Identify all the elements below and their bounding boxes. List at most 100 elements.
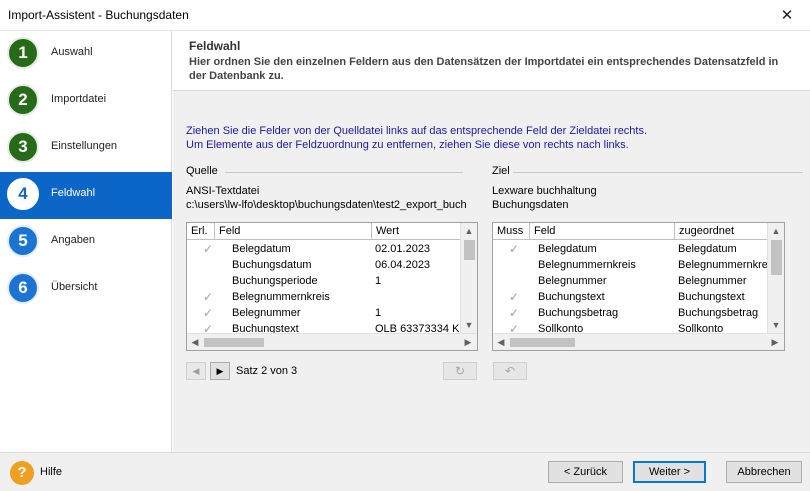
title-bar: Import-Assistent - Buchungsdaten ✕: [0, 0, 810, 31]
page-subtitle: Hier ordnen Sie den einzelnen Feldern au…: [189, 56, 779, 82]
step-number-icon: 5: [7, 225, 39, 257]
column-header-zugeordnet[interactable]: zugeordnet: [675, 223, 768, 240]
step-einstellungen[interactable]: 3 Einstellungen: [0, 125, 172, 172]
step-label: Übersicht: [51, 281, 98, 293]
window-title: Import-Assistent - Buchungsdaten: [8, 8, 189, 22]
assigned-field: Belegnummer: [678, 275, 747, 287]
source-group-divider: [225, 172, 463, 173]
source-type: ANSI-Textdatei: [186, 185, 260, 197]
back-button[interactable]: < Zurück: [548, 461, 623, 483]
source-path: c:\users\lw-lfo\desktop\buchungsdaten\te…: [186, 199, 467, 211]
field-value: 1: [375, 275, 382, 287]
step-feldwahl[interactable]: 4 Feldwahl: [0, 172, 172, 219]
step-auswahl[interactable]: 1 Auswahl: [0, 31, 172, 78]
field-name: Belegnummer: [538, 275, 607, 287]
assigned-field: Buchungsbetrag: [678, 307, 759, 319]
scroll-right-icon[interactable]: ▶: [767, 334, 783, 350]
horizontal-scrollbar[interactable]: ◀ ▶: [187, 333, 477, 350]
step-number-icon: 2: [7, 84, 39, 116]
scroll-thumb[interactable]: [771, 240, 782, 275]
check-icon: ✓: [508, 242, 520, 256]
column-header-feld[interactable]: Feld: [215, 223, 372, 240]
step-importdatei[interactable]: 2 Importdatei: [0, 78, 172, 125]
footer-bar: ? Hilfe < Zurück Weiter > Abbrechen: [0, 452, 810, 491]
column-header-feld[interactable]: Feld: [530, 223, 675, 240]
help-link[interactable]: Hilfe: [40, 466, 62, 478]
wizard-steps: 1 Auswahl 2 Importdatei 3 Einstellungen …: [0, 31, 172, 452]
assigned-field: Belegnummernkre: [678, 259, 768, 271]
table-row[interactable]: ✓ Buchungstext Buchungstext: [493, 289, 768, 305]
field-name: Belegnummernkreis: [538, 259, 636, 271]
field-value: 06.04.2023: [375, 259, 431, 271]
scroll-thumb[interactable]: [510, 338, 575, 347]
field-value: 02.01.2023: [375, 243, 431, 255]
step-label: Auswahl: [51, 46, 93, 58]
horizontal-scrollbar[interactable]: ◀ ▶: [493, 333, 784, 350]
step-label: Importdatei: [51, 93, 107, 105]
next-button[interactable]: Weiter >: [633, 461, 706, 483]
record-counter: Satz 2 von 3: [236, 365, 298, 377]
grid-header: Erl. Feld Wert: [187, 223, 461, 240]
field-name: Buchungsdatum: [232, 259, 312, 271]
grid-header: Muss Feld zugeordnet: [493, 223, 768, 240]
scroll-left-icon[interactable]: ◀: [493, 334, 509, 350]
column-header-muss[interactable]: Muss: [493, 223, 530, 240]
vertical-scrollbar[interactable]: ▲ ▼: [767, 223, 784, 333]
vertical-scrollbar[interactable]: ▲ ▼: [460, 223, 477, 333]
table-row[interactable]: Buchungsperiode 1: [187, 273, 461, 289]
field-name: Belegnummer: [232, 307, 301, 319]
check-icon: ✓: [202, 242, 214, 256]
column-header-erl[interactable]: Erl.: [187, 223, 215, 240]
target-group-label: Ziel: [492, 165, 510, 177]
scroll-down-icon[interactable]: ▼: [768, 317, 784, 333]
table-row[interactable]: Buchungsdatum 06.04.2023: [187, 257, 461, 273]
table-row[interactable]: ✓ Belegdatum 02.01.2023: [187, 241, 461, 257]
scroll-right-icon[interactable]: ▶: [460, 334, 476, 350]
target-field-grid[interactable]: Muss Feld zugeordnet ✓ Belegdatum Belegd…: [492, 222, 785, 351]
scroll-thumb[interactable]: [464, 240, 475, 260]
step-number-icon: 4: [7, 178, 39, 210]
prev-record-button[interactable]: ◀: [186, 362, 206, 380]
scroll-thumb[interactable]: [204, 338, 264, 347]
table-row[interactable]: Belegnummernkreis Belegnummernkre: [493, 257, 768, 273]
check-icon: ✓: [508, 290, 520, 304]
table-row[interactable]: ✓ Buchungsbetrag Buchungsbetrag: [493, 305, 768, 321]
scroll-up-icon[interactable]: ▲: [768, 223, 784, 239]
scroll-down-icon[interactable]: ▼: [461, 317, 477, 333]
table-row[interactable]: ✓ Belegdatum Belegdatum: [493, 241, 768, 257]
assigned-field: Belegdatum: [678, 243, 737, 255]
close-icon[interactable]: ✕: [764, 0, 810, 31]
field-name: Belegnummernkreis: [232, 291, 330, 303]
step-label: Feldwahl: [51, 187, 96, 199]
field-name: Belegdatum: [232, 243, 291, 255]
next-record-button[interactable]: ▶: [210, 362, 230, 380]
assigned-field: Buchungstext: [678, 291, 745, 303]
source-group-label: Quelle: [186, 165, 218, 177]
table-row[interactable]: ✓ Belegnummernkreis: [187, 289, 461, 305]
field-name: Belegdatum: [538, 243, 597, 255]
instruction-line: Um Elemente aus der Feldzuordnung zu ent…: [186, 139, 629, 151]
undo-icon[interactable]: ↶: [493, 362, 527, 380]
instructions: Ziehen Sie die Felder von der Quelldatei…: [186, 124, 796, 152]
scroll-up-icon[interactable]: ▲: [461, 223, 477, 239]
scroll-left-icon[interactable]: ◀: [187, 334, 203, 350]
refresh-icon[interactable]: ↻: [443, 362, 477, 380]
target-group-divider: [513, 172, 803, 173]
check-icon: ✓: [202, 306, 214, 320]
step-label: Angaben: [51, 234, 96, 246]
cancel-button[interactable]: Abbrechen: [726, 461, 802, 483]
step-angaben[interactable]: 5 Angaben: [0, 219, 172, 266]
column-header-wert[interactable]: Wert: [372, 223, 461, 240]
field-name: Buchungsbetrag: [538, 307, 619, 319]
step-uebersicht[interactable]: 6 Übersicht: [0, 266, 172, 313]
source-field-grid[interactable]: Erl. Feld Wert ✓ Belegdatum 02.01.2023 B…: [186, 222, 478, 351]
step-number-icon: 3: [7, 131, 39, 163]
page-title: Feldwahl: [189, 39, 241, 53]
table-row[interactable]: Belegnummer Belegnummer: [493, 273, 768, 289]
table-row[interactable]: ✓ Belegnummer 1: [187, 305, 461, 321]
instruction-line: Ziehen Sie die Felder von der Quelldatei…: [186, 125, 648, 137]
field-value: [372, 289, 461, 305]
field-name: Buchungstext: [538, 291, 605, 303]
help-icon[interactable]: ?: [10, 461, 34, 485]
target-app: Lexware buchhaltung: [492, 185, 597, 197]
